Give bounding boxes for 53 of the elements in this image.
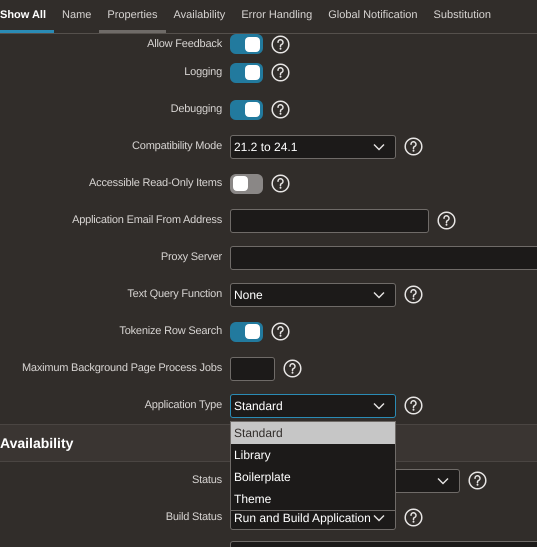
- input-field[interactable]: [230, 246, 537, 270]
- help-icon[interactable]: [271, 174, 290, 193]
- select-field[interactable]: None: [230, 282, 396, 306]
- field-label: Build Status: [166, 510, 222, 526]
- field-label: Proxy Server: [160, 250, 222, 266]
- tab[interactable]: Substitution: [426, 0, 499, 33]
- select-field[interactable]: 21.2 to 24.1: [230, 134, 396, 158]
- field-label: Application Email From Address: [72, 213, 222, 228]
- field-label: Application Type: [144, 398, 222, 414]
- tab[interactable]: Properties: [99, 0, 166, 33]
- chevron-down-icon: [373, 142, 385, 150]
- help-icon[interactable]: [271, 100, 290, 119]
- field-label: Status: [192, 473, 222, 488]
- tab[interactable]: Error Handling: [233, 0, 320, 33]
- help-icon[interactable]: [404, 508, 423, 527]
- field-label: Text Query Function: [127, 287, 222, 302]
- help-icon[interactable]: [283, 359, 302, 378]
- help-icon[interactable]: [404, 137, 423, 156]
- help-icon[interactable]: [404, 396, 423, 415]
- help-icon[interactable]: [468, 471, 487, 490]
- chevron-down-icon: [437, 476, 449, 484]
- input-field[interactable]: [230, 356, 275, 380]
- input-field[interactable]: [230, 208, 429, 232]
- tab[interactable]: Availability: [166, 0, 234, 33]
- toggle-switch[interactable]: [230, 322, 263, 342]
- chevron-down-icon: [373, 514, 385, 522]
- field-label: Accessible Read-Only Items: [89, 176, 222, 192]
- chevron-down-icon: [373, 290, 385, 298]
- help-icon[interactable]: [437, 211, 456, 230]
- help-icon[interactable]: [404, 285, 423, 304]
- help-icon[interactable]: [271, 63, 290, 82]
- field-label: Tokenize Row Search: [119, 324, 222, 340]
- field-label: Compatibility Mode: [132, 139, 222, 154]
- dropdown-option[interactable]: Library: [231, 444, 395, 466]
- dropdown-option[interactable]: Standard: [231, 422, 395, 444]
- field-label: Logging: [184, 65, 222, 80]
- select-field[interactable]: Standard: [230, 394, 396, 418]
- field-label: Allow Feedback: [147, 36, 222, 52]
- chevron-down-icon: [373, 402, 385, 410]
- field-label: Debugging: [170, 102, 222, 118]
- help-icon[interactable]: [271, 322, 290, 341]
- input-field[interactable]: [230, 541, 537, 547]
- toggle-switch[interactable]: [230, 34, 263, 54]
- tab[interactable]: Show All: [0, 0, 54, 33]
- toggle-switch[interactable]: [230, 62, 263, 82]
- tab[interactable]: Name: [54, 0, 100, 33]
- dropdown-option[interactable]: Boilerplate: [231, 466, 395, 488]
- section-title: Availability: [0, 434, 74, 453]
- tab[interactable]: Global Notification: [320, 0, 426, 33]
- field-label: Maximum Background Page Process Jobs: [22, 361, 222, 376]
- help-icon[interactable]: [271, 34, 290, 54]
- toggle-switch[interactable]: [230, 100, 263, 120]
- toggle-switch[interactable]: [230, 174, 263, 194]
